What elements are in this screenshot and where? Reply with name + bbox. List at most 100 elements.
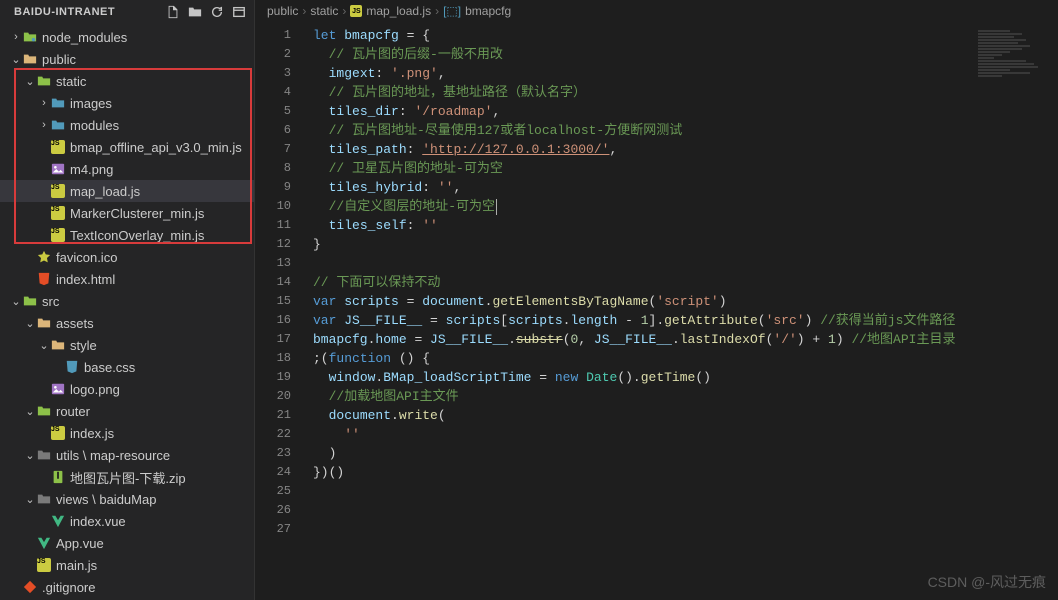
vue-icon — [36, 535, 52, 551]
tree-item-label: modules — [70, 118, 119, 133]
chevron-right-icon: › — [302, 4, 306, 18]
tree-folder[interactable]: ⌄style — [0, 334, 254, 356]
tree-item-label: images — [70, 96, 112, 111]
tree-file[interactable]: logo.png — [0, 378, 254, 400]
folder-teal-icon — [50, 95, 66, 111]
tree-item-label: router — [56, 404, 90, 419]
tree-file[interactable]: .gitignore — [0, 576, 254, 598]
refresh-icon[interactable] — [210, 5, 224, 19]
tree-item-label: bmap_offline_api_v3.0_min.js — [70, 140, 242, 155]
tree-file[interactable]: 地图瓦片图-下载.zip — [0, 466, 254, 488]
tree-item-label: 地图瓦片图-下载.zip — [70, 468, 186, 487]
vue-icon — [50, 513, 66, 529]
tree-item-label: static — [56, 74, 86, 89]
img-icon — [50, 161, 66, 177]
tree-file[interactable]: JSTextIconOverlay_min.js — [0, 224, 254, 246]
new-file-icon[interactable] — [166, 5, 180, 19]
tree-file[interactable]: index.vue — [0, 510, 254, 532]
tree-folder[interactable]: › modules — [0, 114, 254, 136]
breadcrumb-item[interactable]: map_load.js — [366, 4, 431, 18]
folder-special-icon — [22, 29, 38, 45]
tree-folder[interactable]: ⌄ assets — [0, 312, 254, 334]
tree-file[interactable]: JSmain.js — [0, 554, 254, 576]
chevron-icon[interactable]: ⌄ — [10, 295, 22, 308]
tree-folder[interactable]: › node_modules — [0, 26, 254, 48]
chevron-icon[interactable]: › — [38, 97, 50, 109]
tree-item-label: base.css — [84, 360, 135, 375]
explorer-sidebar: BAIDU-INTRANET ›node_modules⌄public⌄stat… — [0, 0, 255, 600]
js-icon: JS — [50, 425, 66, 441]
watermark: CSDN @-风过无痕 — [928, 572, 1046, 592]
project-title: BAIDU-INTRANET — [14, 6, 115, 18]
breadcrumb-symbol[interactable]: bmapcfg — [465, 4, 511, 18]
star-icon — [36, 249, 52, 265]
tree-folder[interactable]: ⌄ static — [0, 70, 254, 92]
chevron-icon[interactable]: ⌄ — [10, 53, 22, 66]
tree-item-label: src — [42, 294, 59, 309]
tree-folder[interactable]: ⌄public — [0, 48, 254, 70]
tree-item-label: TextIconOverlay_min.js — [70, 228, 204, 243]
tree-file[interactable]: index.html — [0, 268, 254, 290]
js-icon: JS — [36, 557, 52, 573]
tree-file[interactable]: JSMarkerClusterer_min.js — [0, 202, 254, 224]
tree-folder[interactable]: › images — [0, 92, 254, 114]
chevron-right-icon: › — [435, 4, 439, 18]
tree-folder[interactable]: ⌄ views \ baiduMap — [0, 488, 254, 510]
chevron-icon[interactable]: ⌄ — [24, 405, 36, 418]
code-editor[interactable]: 1234567891011121314151617181920212223242… — [255, 22, 1058, 600]
chevron-icon[interactable]: › — [38, 119, 50, 131]
minimap[interactable] — [978, 30, 1058, 210]
tree-item-label: node_modules — [42, 30, 127, 45]
tree-folder[interactable]: ⌄ router — [0, 400, 254, 422]
breadcrumb-item[interactable]: public — [267, 4, 298, 18]
chevron-icon[interactable]: ⌄ — [24, 493, 36, 506]
tree-item-label: favicon.ico — [56, 250, 117, 265]
chevron-icon[interactable]: ⌄ — [38, 339, 50, 352]
tree-item-label: m4.png — [70, 162, 113, 177]
git-icon — [22, 579, 38, 595]
tree-file[interactable]: App.vue — [0, 532, 254, 554]
folder-green-icon — [36, 403, 52, 419]
tree-file[interactable]: JSindex.js — [0, 422, 254, 444]
symbol-icon: [⬚] — [443, 4, 461, 18]
folder-orange-icon — [36, 315, 52, 331]
folder-green-icon — [36, 73, 52, 89]
chevron-icon[interactable]: › — [10, 31, 22, 43]
folder-orange-icon — [22, 51, 38, 67]
breadcrumb[interactable]: public › static › JS map_load.js › [⬚] b… — [255, 0, 1058, 22]
tree-file[interactable]: JS bmap_offline_api_v3.0_min.js — [0, 136, 254, 158]
html-icon — [36, 271, 52, 287]
collapse-icon[interactable] — [232, 5, 246, 19]
folder-orange-icon — [50, 337, 66, 353]
folder-icon — [36, 491, 52, 507]
tree-item-label: utils \ map-resource — [56, 448, 170, 463]
js-icon: JS — [350, 5, 362, 17]
new-folder-icon[interactable] — [188, 5, 202, 19]
breadcrumb-item[interactable]: static — [310, 4, 338, 18]
tree-item-label: index.html — [56, 272, 115, 287]
js-icon: JS — [50, 205, 66, 221]
tree-file[interactable]: JSmap_load.js — [0, 180, 254, 202]
js-icon: JS — [50, 139, 66, 155]
tree-item-label: views \ baiduMap — [56, 492, 156, 507]
tree-file[interactable]: base.css — [0, 356, 254, 378]
chevron-icon[interactable]: ⌄ — [24, 317, 36, 330]
tree-item-label: logo.png — [70, 382, 120, 397]
code-content[interactable]: let bmapcfg = { // 瓦片图的后缀-一般不用改 imgext: … — [305, 22, 1058, 600]
sidebar-header: BAIDU-INTRANET — [0, 0, 254, 24]
editor-pane: public › static › JS map_load.js › [⬚] b… — [255, 0, 1058, 600]
tree-folder[interactable]: ⌄ utils \ map-resource — [0, 444, 254, 466]
tree-file[interactable]: favicon.ico — [0, 246, 254, 268]
css-icon — [64, 359, 80, 375]
js-icon: JS — [50, 183, 66, 199]
tree-folder[interactable]: ⌄ src — [0, 290, 254, 312]
chevron-icon[interactable]: ⌄ — [24, 449, 36, 462]
tree-file[interactable]: m4.png — [0, 158, 254, 180]
folder-teal-icon — [50, 117, 66, 133]
folder-green-icon — [22, 293, 38, 309]
file-tree[interactable]: ›node_modules⌄public⌄static›images›modul… — [0, 24, 254, 600]
line-numbers: 1234567891011121314151617181920212223242… — [255, 22, 305, 600]
chevron-icon[interactable]: ⌄ — [24, 75, 36, 88]
tree-item-label: assets — [56, 316, 94, 331]
chevron-right-icon: › — [342, 4, 346, 18]
